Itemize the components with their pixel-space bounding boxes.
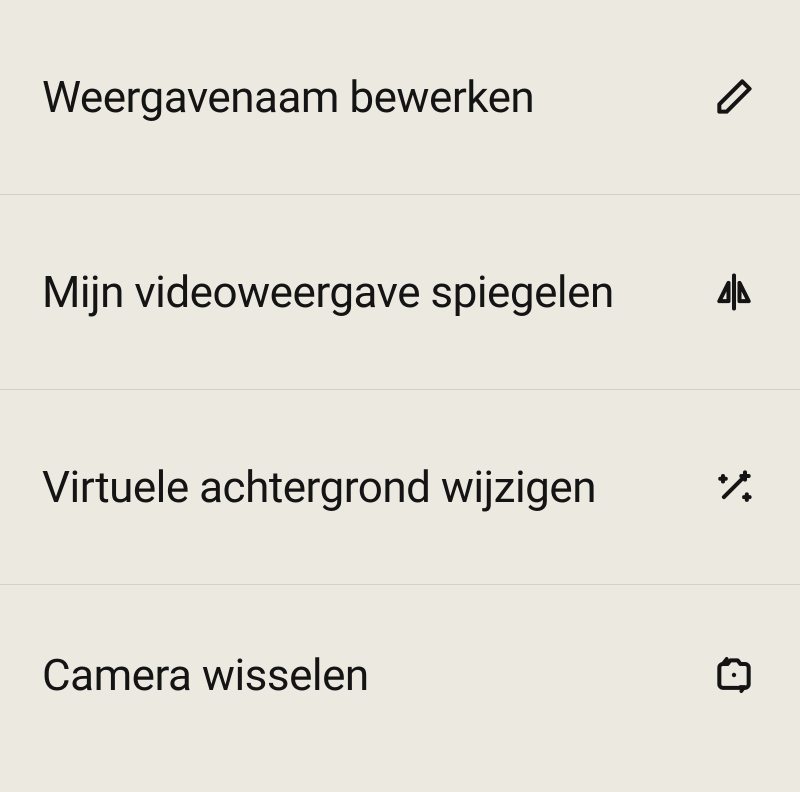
menu-label: Virtuele achtergrond wijzigen bbox=[42, 460, 596, 515]
menu-label: Weergavenaam bewerken bbox=[42, 70, 534, 125]
settings-menu: Weergavenaam bewerken Mijn videoweergave… bbox=[0, 0, 800, 792]
mirror-icon bbox=[710, 268, 758, 316]
mirror-video-item[interactable]: Mijn videoweergave spiegelen bbox=[0, 195, 800, 390]
menu-label: Camera wisselen bbox=[42, 648, 369, 703]
switch-camera-item[interactable]: Camera wisselen bbox=[0, 585, 800, 745]
camera-flip-icon bbox=[710, 651, 758, 699]
pencil-icon bbox=[710, 73, 758, 121]
menu-label: Mijn videoweergave spiegelen bbox=[42, 265, 614, 320]
magic-wand-icon bbox=[710, 463, 758, 511]
virtual-background-item[interactable]: Virtuele achtergrond wijzigen bbox=[0, 390, 800, 585]
edit-display-name-item[interactable]: Weergavenaam bewerken bbox=[0, 0, 800, 195]
